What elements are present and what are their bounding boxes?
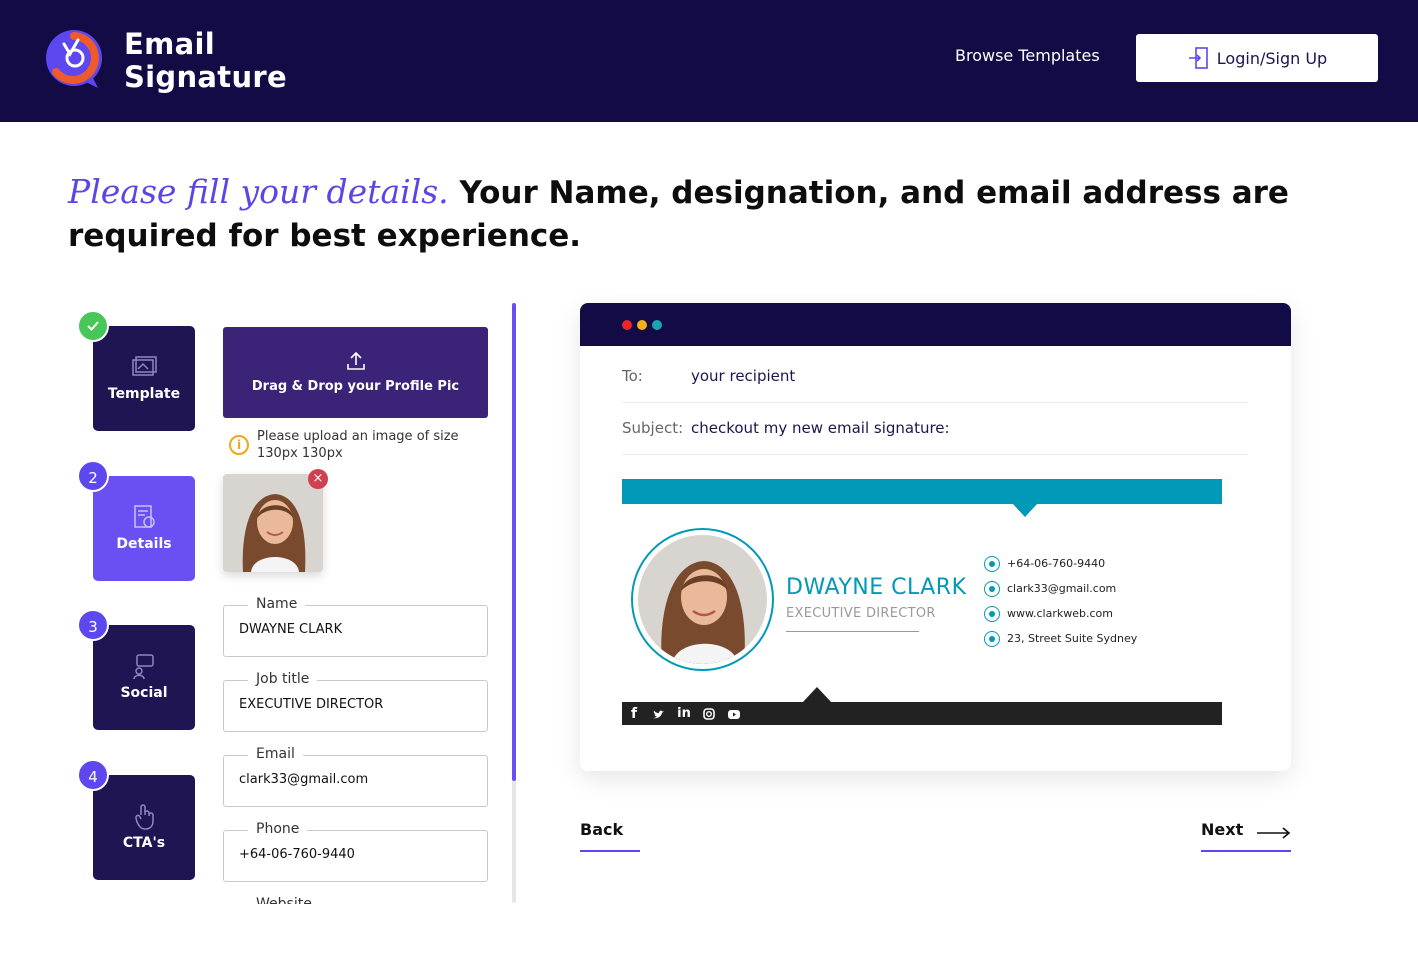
email-preview: To: your recipient Subject: checkout my … — [580, 303, 1291, 771]
top-navbar: Email Signature Browse Templates Login/S… — [0, 0, 1418, 122]
login-icon — [1188, 47, 1208, 69]
subject-value: checkout my new email signature: — [691, 419, 950, 437]
subject-label: Subject: — [622, 419, 684, 437]
template-icon — [132, 356, 157, 376]
signature-top-bar — [622, 479, 1222, 504]
social-icon — [133, 654, 154, 680]
step-label: CTA's — [122, 835, 166, 851]
globe-icon — [984, 606, 1000, 622]
preview-window-bar — [580, 303, 1291, 346]
phone-field: Phone — [223, 821, 488, 882]
location-icon — [984, 631, 1000, 647]
preview-to-row: To: your recipient — [622, 351, 1248, 403]
preview-subject-row: Subject: checkout my new email signature… — [622, 403, 1248, 455]
youtube-icon[interactable] — [726, 706, 742, 722]
cta-icon — [135, 804, 154, 830]
signature-website-text: www.clarkweb.com — [1007, 607, 1113, 620]
headline-script: Please fill your details. — [68, 172, 449, 211]
job-title-input[interactable] — [239, 697, 474, 712]
step-ctas[interactable]: CTA's — [93, 775, 195, 880]
email-input[interactable] — [239, 772, 474, 787]
step-done-badge — [77, 310, 109, 342]
name-field: Name — [223, 596, 488, 657]
profile-photo — [638, 535, 767, 664]
step-number-badge: 2 — [77, 460, 109, 492]
signature-top-notch — [1012, 503, 1038, 517]
step-label: Details — [116, 536, 172, 552]
website-label: Website — [248, 896, 320, 904]
name-label: Name — [248, 596, 306, 612]
facebook-icon[interactable]: f — [626, 706, 642, 722]
step-label: Social — [120, 685, 168, 701]
signature-email-text: clark33@gmail.com — [1007, 582, 1117, 595]
signature-divider — [786, 631, 919, 632]
form-scrollbar-thumb[interactable] — [512, 303, 516, 781]
brand-line-2: Signature — [124, 60, 287, 94]
next-button[interactable]: Next — [1201, 818, 1291, 852]
login-label: Login/Sign Up — [1216, 48, 1328, 68]
to-value: your recipient — [691, 367, 796, 385]
step-details[interactable]: Details — [93, 476, 195, 581]
signature-title: EXECUTIVE DIRECTOR — [786, 606, 936, 621]
login-signup-button[interactable]: Login/Sign Up — [1136, 34, 1378, 82]
signature-bottom-notch — [802, 687, 832, 703]
email-label: Email — [248, 746, 303, 762]
window-dot-yellow — [637, 320, 647, 330]
to-label: To: — [622, 367, 643, 385]
step-number-badge: 3 — [77, 609, 109, 641]
email-field: Email — [223, 746, 488, 807]
arrow-right-icon — [1257, 827, 1291, 839]
step-social[interactable]: Social — [93, 625, 195, 730]
browse-templates-link[interactable]: Browse Templates — [955, 45, 1100, 67]
details-form: Name Job title Email Phone Website — [200, 300, 510, 904]
job-title-label: Job title — [248, 671, 318, 687]
back-button[interactable]: Back — [580, 818, 640, 852]
phone-label: Phone — [248, 821, 308, 837]
window-dot-red — [622, 320, 632, 330]
details-icon — [134, 505, 155, 528]
signature-name: DWAYNE CLARK — [786, 575, 967, 600]
signature-address-text: 23, Street Suite Sydney — [1007, 632, 1138, 645]
signature-photo — [638, 535, 767, 664]
twitter-icon[interactable] — [651, 706, 667, 722]
check-icon — [87, 321, 99, 331]
window-dot-teal — [652, 320, 662, 330]
brand-name[interactable]: Email Signature — [124, 28, 287, 94]
phone-input[interactable] — [239, 847, 474, 862]
page-headline: Please fill your details. Your Name, des… — [68, 170, 1368, 258]
mail-icon — [984, 581, 1000, 597]
brand-logo[interactable] — [42, 26, 106, 92]
next-label: Next — [1201, 820, 1244, 839]
job-title-field: Job title — [223, 671, 488, 732]
phone-icon — [984, 556, 1000, 572]
instagram-icon[interactable] — [701, 706, 717, 722]
step-number-badge: 4 — [77, 759, 109, 791]
step-template[interactable]: Template — [93, 326, 195, 431]
signature-phone-text: +64-06-760-9440 — [1007, 557, 1106, 570]
step-label: Template — [107, 386, 181, 402]
linkedin-icon[interactable]: in — [676, 706, 692, 722]
brand-line-1: Email — [124, 27, 215, 61]
name-input[interactable] — [239, 622, 474, 637]
